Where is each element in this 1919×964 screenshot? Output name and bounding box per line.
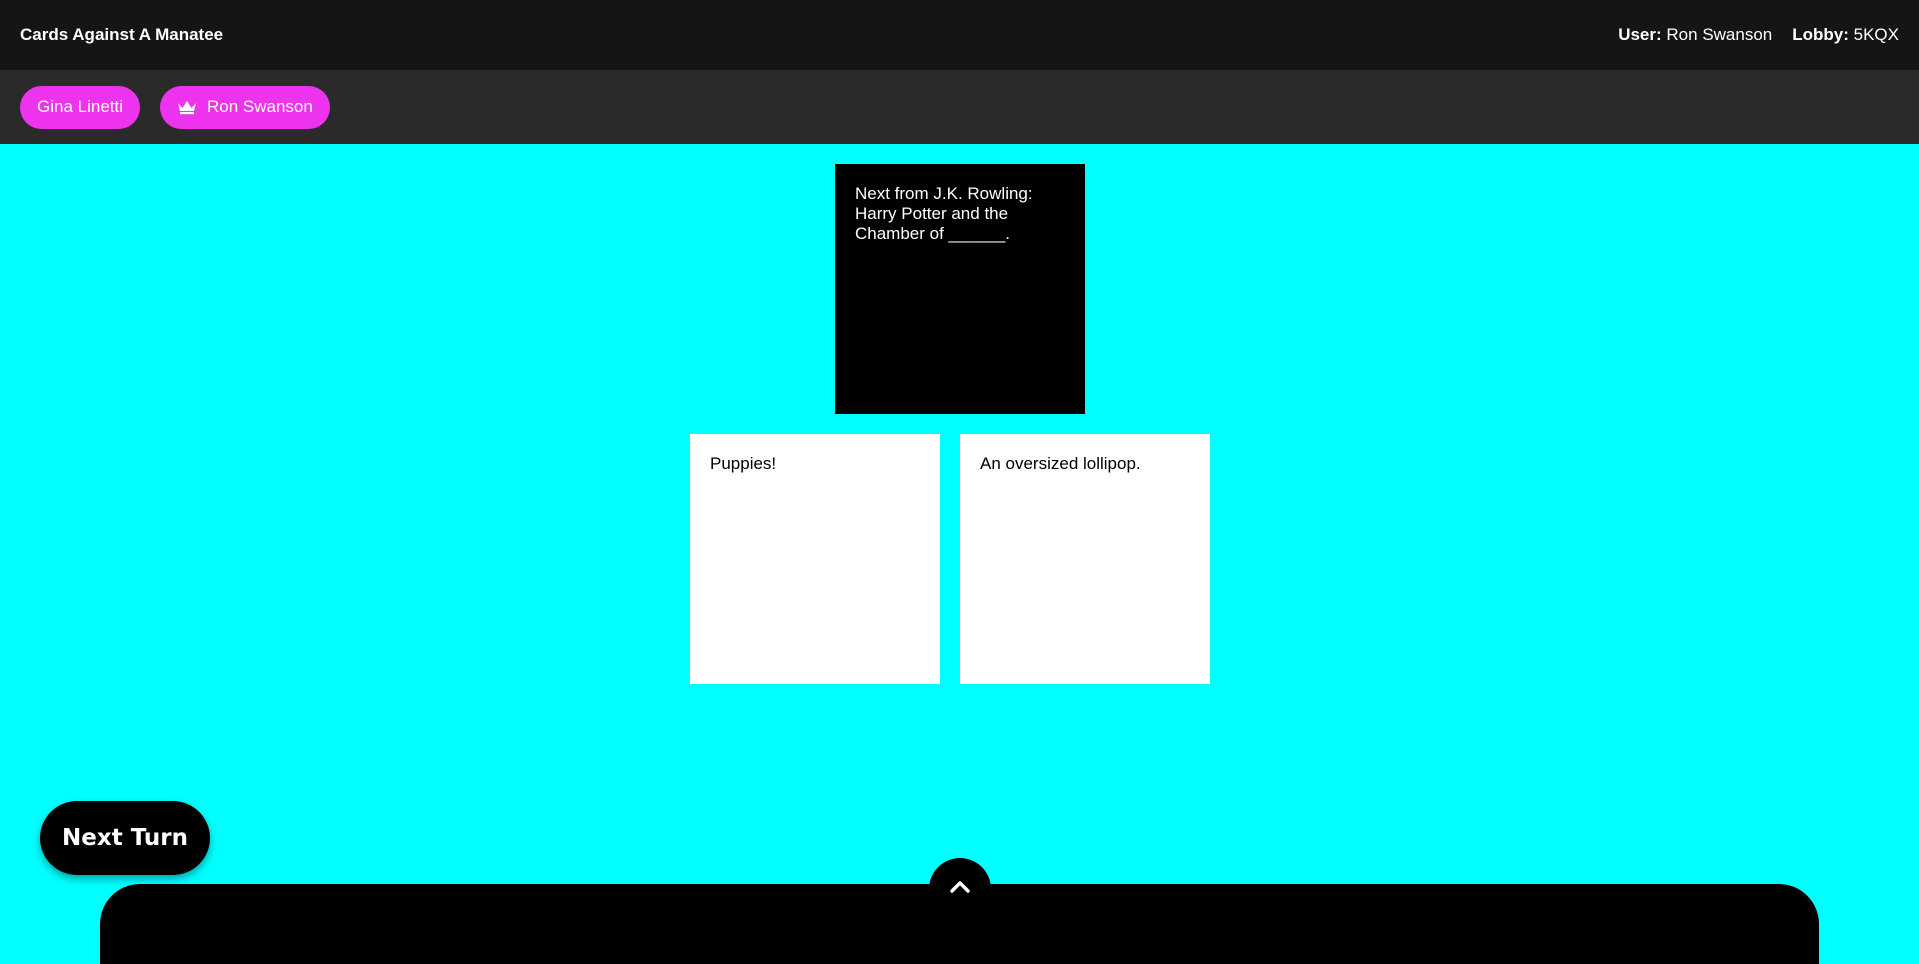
answer-text: An oversized lollipop.	[980, 454, 1141, 473]
player-name: Ron Swanson	[207, 97, 313, 116]
tray-toggle-button[interactable]	[929, 858, 991, 920]
player-name: Gina Linetti	[37, 97, 123, 116]
black-prompt-card: Next from J.K. Rowling: Harry Potter and…	[835, 164, 1085, 414]
player-list: Gina Linetti Ron Swanson	[0, 70, 1919, 144]
app-title: Cards Against A Manatee	[20, 25, 224, 44]
white-answer-card[interactable]: Puppies!	[690, 434, 940, 684]
white-answer-card[interactable]: An oversized lollipop.	[960, 434, 1210, 684]
next-turn-button[interactable]: Next Turn	[40, 801, 210, 875]
crown-icon	[177, 99, 197, 115]
lobby-info: Lobby: 5KQX	[1792, 25, 1899, 45]
lobby-code: 5KQX	[1853, 25, 1899, 44]
prompt-text: Next from J.K. Rowling: Harry Potter and…	[855, 184, 1033, 243]
user-label: User:	[1618, 25, 1662, 44]
top-bar: Cards Against A Manatee User: Ron Swanso…	[0, 0, 1919, 70]
user-info: User: Ron Swanson	[1618, 25, 1772, 45]
player-pill-gina-linetti[interactable]: Gina Linetti	[20, 85, 140, 129]
session-info: User: Ron Swanson Lobby: 5KQX	[1618, 25, 1899, 45]
user-name: Ron Swanson	[1666, 25, 1773, 44]
lobby-label: Lobby:	[1792, 25, 1849, 44]
chevron-up-icon	[950, 880, 970, 899]
player-pill-ron-swanson[interactable]: Ron Swanson	[160, 85, 330, 129]
answer-text: Puppies!	[710, 454, 777, 473]
